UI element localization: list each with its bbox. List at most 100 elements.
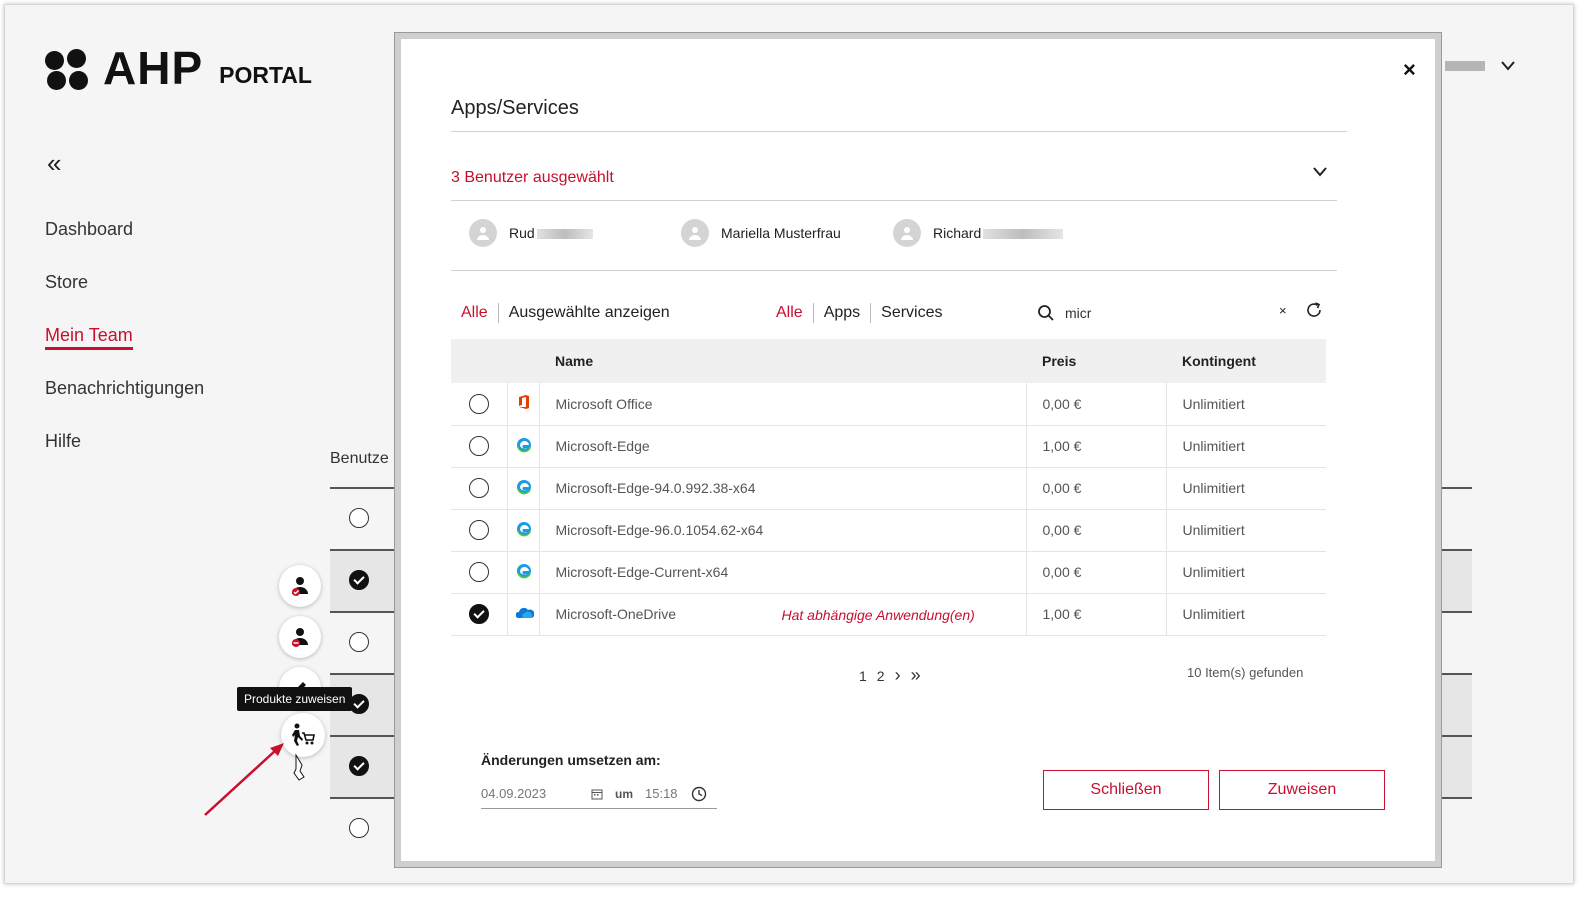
- row-radio[interactable]: [349, 756, 369, 776]
- calendar-icon[interactable]: [591, 788, 603, 800]
- selected-users-toggle[interactable]: 3 Benutzer ausgewählt: [451, 169, 614, 187]
- row-name: Microsoft-Edge: [539, 425, 1027, 468]
- sidebar-item-store[interactable]: Store: [45, 272, 204, 325]
- user-name-text: Rud: [509, 225, 535, 241]
- filter-services[interactable]: Services: [881, 304, 942, 322]
- bg-table-row[interactable]: [330, 735, 395, 797]
- sidebar-nav: Dashboard Store Mein Team Benachrichtigu…: [45, 219, 204, 484]
- row-radio[interactable]: [469, 562, 489, 582]
- header-name[interactable]: Name: [539, 339, 1026, 383]
- clock-icon[interactable]: [691, 786, 707, 802]
- header-select: [451, 339, 507, 383]
- bg-table-row[interactable]: [330, 797, 395, 859]
- filter-show-selected[interactable]: Ausgewählte anzeigen: [509, 304, 670, 322]
- row-select-cell: [451, 383, 508, 426]
- chevron-down-icon: [1501, 55, 1515, 76]
- row-name-cell: Microsoft-OneDrive Hat abhängige Anwendu…: [539, 593, 1027, 636]
- row-radio[interactable]: [469, 478, 489, 498]
- bg-divider: [1440, 735, 1472, 737]
- table-row[interactable]: Microsoft-OneDrive Hat abhängige Anwendu…: [451, 593, 1326, 636]
- row-radio[interactable]: [469, 520, 489, 540]
- brand-logo[interactable]: AHP PORTAL: [45, 45, 312, 91]
- redacted-text: [536, 229, 593, 240]
- bg-table-row[interactable]: [330, 549, 395, 611]
- bg-divider: [1440, 549, 1472, 551]
- schedule-time[interactable]: 15:18: [645, 786, 691, 801]
- bg-divider: [1440, 797, 1472, 799]
- dependency-warning[interactable]: Hat abhängige Anwendung(en): [782, 607, 975, 623]
- close-button[interactable]: Schließen: [1043, 770, 1209, 810]
- row-radio[interactable]: [349, 570, 369, 590]
- row-quota: Unlimitiert: [1166, 509, 1326, 552]
- page-2-link[interactable]: 2: [877, 668, 885, 684]
- sidebar-item-benachrichtigungen[interactable]: Benachrichtigungen: [45, 378, 204, 431]
- row-radio[interactable]: [349, 818, 369, 838]
- logo-dots-icon: [45, 49, 95, 91]
- remove-user-action-button[interactable]: [279, 616, 321, 658]
- assign-button[interactable]: Zuweisen: [1219, 770, 1385, 810]
- row-select-cell: [451, 467, 508, 510]
- table-row[interactable]: Microsoft-Edge-94.0.992.38-x64 0,00 € Un…: [451, 467, 1326, 510]
- chevron-down-icon[interactable]: [1313, 164, 1327, 182]
- row-radio[interactable]: [469, 393, 489, 414]
- user-name: Richard: [933, 225, 1064, 241]
- filter-apps[interactable]: Apps: [824, 304, 860, 322]
- filter-all-users[interactable]: Alle: [461, 304, 488, 322]
- page-1-link[interactable]: 1: [859, 668, 867, 684]
- next-page-icon[interactable]: ›: [895, 665, 901, 686]
- row-price: 0,00 €: [1026, 383, 1167, 426]
- divider: [451, 200, 1337, 201]
- time-separator-label: um: [615, 786, 633, 801]
- collapse-sidebar-button[interactable]: «: [47, 148, 61, 179]
- search-input[interactable]: [1065, 305, 1265, 321]
- pagination: 1 2 › »: [859, 665, 921, 686]
- sidebar-item-dashboard[interactable]: Dashboard: [45, 219, 204, 272]
- selected-user-chip: Mariella Musterfrau: [681, 219, 841, 247]
- apps-services-modal: × Apps/Services 3 Benutzer ausgewählt Ru…: [395, 33, 1441, 867]
- type-filter: Alle Apps Services: [776, 303, 943, 323]
- bg-table-row[interactable]: [330, 487, 395, 549]
- sidebar-item-label: Hilfe: [45, 431, 82, 451]
- table-row[interactable]: Microsoft-Edge-96.0.1054.62-x64 0,00 € U…: [451, 509, 1326, 552]
- filter-all-types[interactable]: Alle: [776, 304, 803, 322]
- table-row[interactable]: Microsoft-Edge 1,00 € Unlimitiert: [451, 425, 1326, 468]
- bg-row-fragment: [1440, 737, 1472, 797]
- table-row[interactable]: Microsoft Office 0,00 € Unlimitiert: [451, 383, 1326, 426]
- row-select-cell: [451, 551, 508, 594]
- office-icon: [518, 395, 529, 410]
- close-modal-button[interactable]: ×: [1403, 57, 1416, 83]
- bg-row-fragment: [1440, 675, 1472, 735]
- row-name: Microsoft Office: [539, 383, 1027, 426]
- clear-search-button[interactable]: ×: [1279, 303, 1287, 318]
- row-select-cell: [451, 593, 508, 636]
- items-found-count: 10 Item(s) gefunden: [1187, 665, 1304, 680]
- user-name: Mariella Musterfrau: [721, 225, 841, 241]
- table-row[interactable]: Microsoft-Edge-Current-x64 0,00 € Unlimi…: [451, 551, 1326, 594]
- sidebar-item-hilfe[interactable]: Hilfe: [45, 431, 204, 484]
- row-radio[interactable]: [349, 508, 369, 528]
- user-menu[interactable]: [1445, 55, 1515, 76]
- row-name: Microsoft-Edge-96.0.1054.62-x64: [539, 509, 1027, 552]
- row-radio[interactable]: [469, 436, 489, 456]
- user-name-text: Richard: [933, 225, 982, 241]
- row-radio[interactable]: [349, 632, 369, 652]
- schedule-datetime-field[interactable]: 04.09.2023 um 15:18: [481, 779, 717, 809]
- sidebar-item-label: Store: [45, 272, 89, 292]
- sidebar-item-label: Mein Team: [45, 325, 133, 350]
- sidebar-item-mein-team[interactable]: Mein Team: [45, 325, 204, 378]
- separator: [497, 303, 499, 323]
- bg-divider: [1440, 487, 1472, 489]
- add-user-action-button[interactable]: [279, 565, 321, 607]
- bg-table-header: Benutze: [330, 450, 389, 467]
- last-page-icon[interactable]: »: [911, 665, 921, 686]
- schedule-date[interactable]: 04.09.2023: [481, 786, 591, 801]
- header-quota[interactable]: Kontingent: [1166, 339, 1326, 383]
- edge-icon: [516, 521, 531, 536]
- avatar: [681, 219, 709, 247]
- row-radio-checked[interactable]: [469, 604, 489, 624]
- row-icon-cell: [507, 425, 540, 468]
- refresh-icon[interactable]: [1305, 301, 1323, 324]
- bg-table-row[interactable]: [330, 611, 395, 673]
- row-icon-cell: [507, 551, 540, 594]
- header-price[interactable]: Preis: [1026, 339, 1166, 383]
